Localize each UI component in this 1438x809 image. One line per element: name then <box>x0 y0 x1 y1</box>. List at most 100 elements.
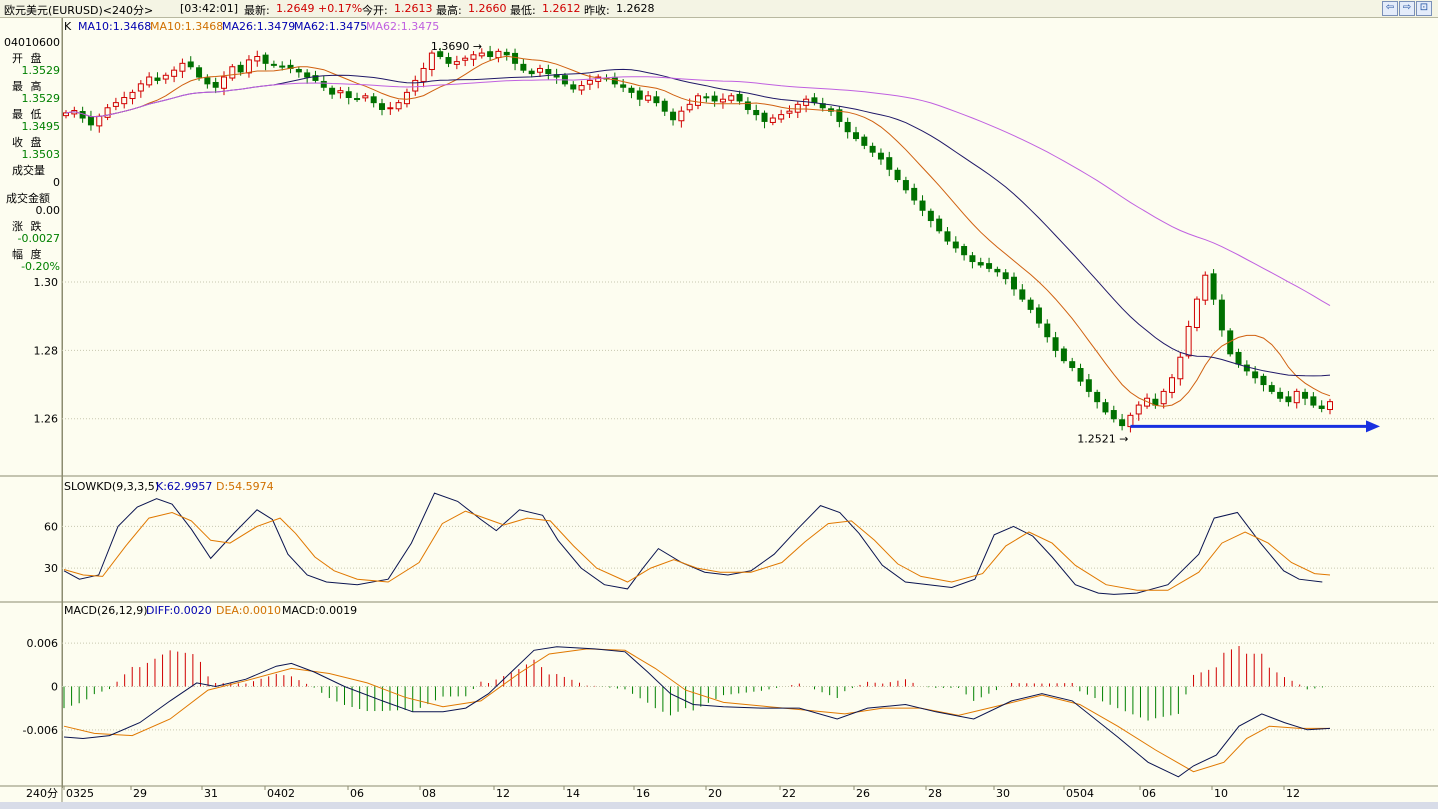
candle-body <box>645 95 652 101</box>
candle-body <box>196 67 203 78</box>
ma-legend-ma62-violet: MA62:1.3475 <box>366 20 439 33</box>
candle-body <box>503 51 510 56</box>
candle-body <box>1293 390 1300 404</box>
candle-body <box>1185 325 1192 357</box>
candle-body <box>279 65 286 68</box>
price-tick-label: 1.26 <box>34 413 59 426</box>
candle-body <box>769 117 776 123</box>
high-annotation: 1.3690 → <box>431 40 482 53</box>
candle-body <box>1318 405 1325 409</box>
ma26-line <box>65 68 1331 377</box>
candle-body <box>1019 289 1026 300</box>
x-tick-label: 06 <box>1142 787 1156 800</box>
candle-body <box>179 62 186 72</box>
candle-body <box>520 63 527 71</box>
candle-body <box>1202 274 1209 301</box>
candle-body <box>1210 273 1217 300</box>
candle-body <box>753 109 760 116</box>
candle-body <box>736 93 743 102</box>
candle-body <box>944 231 951 242</box>
candle-body <box>1260 375 1267 386</box>
x-tick-label: 31 <box>204 787 218 800</box>
candle-body <box>329 87 336 95</box>
candle-body <box>961 246 968 256</box>
candle-body <box>1085 379 1092 392</box>
candle-body <box>661 100 668 112</box>
candle-body <box>1002 272 1009 280</box>
candle-body <box>254 56 261 62</box>
candle-body <box>719 98 726 103</box>
candle-body <box>478 52 485 57</box>
candle-body <box>1127 414 1134 428</box>
candle-body <box>653 96 660 104</box>
candle-body <box>379 103 385 110</box>
candle-body <box>362 95 369 99</box>
candle-body <box>1193 298 1200 328</box>
candle-body <box>470 54 477 60</box>
candle-body <box>1268 385 1275 392</box>
candle-body <box>811 97 818 104</box>
candle-body <box>869 145 876 153</box>
x-tick-label: 08 <box>422 787 436 800</box>
candle-body <box>761 112 768 122</box>
candle-body <box>1160 390 1167 405</box>
macd-legend-diff: DIFF:0.0020 <box>146 604 212 617</box>
candle-body <box>927 210 934 222</box>
candle-body <box>1135 404 1142 415</box>
candle-body <box>428 52 435 70</box>
candle-body <box>1044 323 1051 338</box>
candle-body <box>886 157 893 170</box>
candle-body <box>861 136 868 146</box>
ma-legend-ma26: MA26:1.3479 <box>222 20 295 33</box>
x-tick-label: 20 <box>708 787 722 800</box>
macd-title: MACD(26,12,9) <box>64 604 148 617</box>
candle-body <box>1027 299 1034 310</box>
candle-body <box>678 110 685 122</box>
candle-body <box>1060 348 1067 362</box>
candle-body <box>952 241 959 249</box>
candle-body <box>154 77 161 81</box>
candle-body <box>370 96 377 104</box>
candle-body <box>420 67 427 82</box>
x-tick-label: 29 <box>133 787 147 800</box>
x-interval-label: 240分 <box>26 787 58 800</box>
kd-tick-label: 60 <box>44 520 58 533</box>
candle-body <box>1285 396 1292 403</box>
candle-body <box>354 98 361 101</box>
candle-body <box>1094 391 1101 403</box>
ma-legend-ma10-blue: MA10:1.3468 <box>78 20 151 33</box>
candle-body <box>1327 401 1333 411</box>
candle-body <box>387 107 394 110</box>
candle-body <box>620 84 627 88</box>
candle-body <box>221 76 227 89</box>
candle-body <box>977 262 984 266</box>
x-tick-label: 16 <box>636 787 650 800</box>
candle-body <box>412 79 419 92</box>
candle-body <box>670 111 677 121</box>
candle-body <box>495 50 502 59</box>
candle-body <box>245 59 252 74</box>
kd-legend-d: D:54.5974 <box>216 480 274 493</box>
candle-body <box>695 95 701 106</box>
x-tick-label: 10 <box>1214 787 1228 800</box>
candle-body <box>628 87 635 93</box>
candle-body <box>112 102 119 107</box>
macd-legend-dea: DEA:0.0010 <box>216 604 281 617</box>
candle-body <box>1110 410 1117 420</box>
candle-body <box>728 95 735 101</box>
price-tick-label: 1.28 <box>34 344 59 357</box>
candle-body <box>63 112 69 117</box>
candle-body <box>453 61 460 65</box>
candle-body <box>320 80 327 88</box>
candle-body <box>1011 276 1017 290</box>
candle-body <box>1052 337 1059 351</box>
x-tick-label: 14 <box>566 787 580 800</box>
candle-body <box>911 187 918 201</box>
support-arrow-head <box>1366 420 1380 433</box>
macd-tick-label: -0.006 <box>23 724 58 737</box>
candle-body <box>262 54 269 64</box>
chart-canvas[interactable]: 1.26 1.28 1.30 30 60 0.006 0 -0.006 1.3690 → 1.2… <box>0 0 1438 809</box>
candle-body <box>162 74 169 80</box>
candle-body <box>462 57 469 61</box>
candle-body <box>1235 351 1242 365</box>
